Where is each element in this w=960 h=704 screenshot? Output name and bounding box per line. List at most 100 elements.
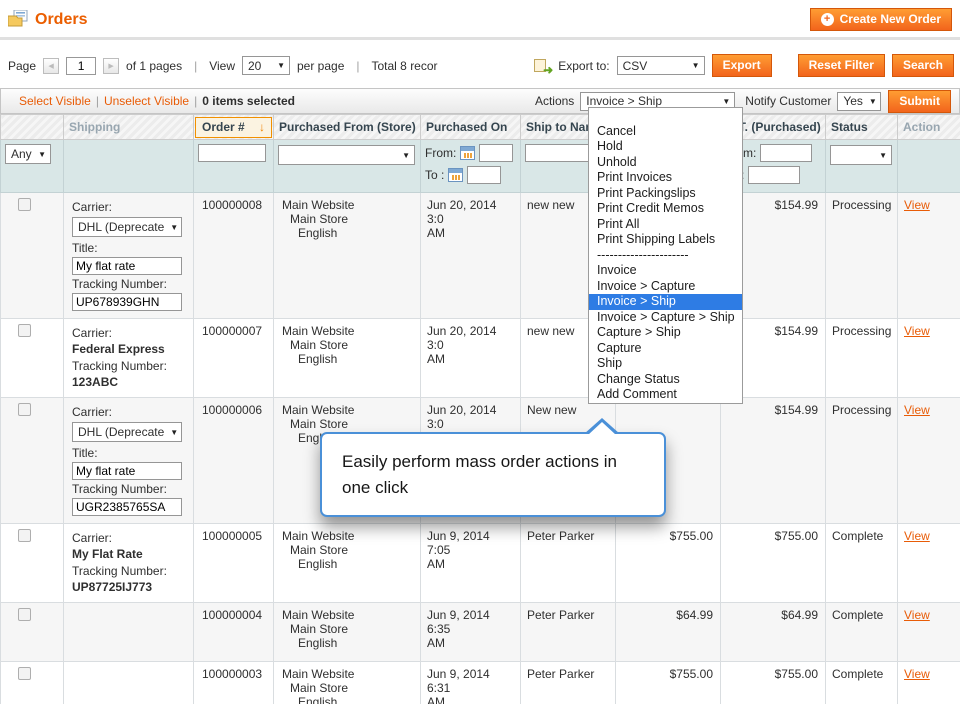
menu-item-print-credit-memos[interactable]: Print Credit Memos	[589, 201, 742, 217]
shipping-title-input[interactable]	[72, 462, 182, 480]
create-new-order-button[interactable]: + Create New Order	[810, 8, 952, 31]
items-selected-count: 0 items selected	[202, 94, 295, 108]
search-button[interactable]: Search	[892, 54, 954, 77]
calendar-icon[interactable]	[448, 168, 463, 182]
purchased-on-cell: Jun 9, 2014 6:31AM	[421, 662, 521, 704]
reset-filter-button[interactable]: Reset Filter	[798, 54, 885, 77]
status-filter-select[interactable]: ▼	[830, 145, 892, 165]
next-page-button[interactable]: ▶	[103, 58, 119, 74]
chevron-down-icon: ▼	[869, 97, 877, 106]
menu-item-cancel[interactable]: Cancel	[589, 124, 742, 140]
table-row: Carrier: DHL (Deprecate ▼ Title: Trackin…	[1, 193, 960, 319]
chevron-down-icon: ▼	[38, 150, 46, 159]
carrier-select[interactable]: DHL (Deprecate ▼	[72, 422, 182, 442]
row-checkbox[interactable]	[18, 403, 31, 416]
view-order-link[interactable]: View	[904, 608, 930, 622]
menu-item-add-comment[interactable]: Add Comment	[589, 387, 742, 403]
filter-shipping	[64, 140, 194, 193]
status-cell: Processing	[826, 398, 898, 524]
menu-item-print-shipping-labels[interactable]: Print Shipping Labels	[589, 232, 742, 248]
column-header-action: Action	[898, 115, 960, 140]
shipping-cell	[64, 662, 194, 704]
menu-item-print-all[interactable]: Print All	[589, 217, 742, 233]
view-order-link[interactable]: View	[904, 198, 930, 212]
export-format-select[interactable]: CSV ▼	[617, 56, 705, 75]
page-number-input[interactable]	[66, 57, 96, 75]
chevron-down-icon: ▼	[170, 428, 178, 437]
view-order-link[interactable]: View	[904, 529, 930, 543]
carrier-select[interactable]: DHL (Deprecate ▼	[72, 217, 182, 237]
menu-item-unhold[interactable]: Unhold	[589, 155, 742, 171]
chevron-down-icon: ▼	[170, 223, 178, 232]
column-header-purchased-on[interactable]: Purchased On	[421, 115, 521, 140]
store-cell: Main Website Main Store English	[274, 603, 421, 662]
gt-base-cell: $755.00	[616, 662, 721, 704]
unselect-visible-link[interactable]: Unselect Visible	[104, 94, 189, 108]
pages-total-label: of 1 pages	[126, 59, 182, 73]
table-row: Carrier: My Flat Rate Tracking Number: U…	[1, 524, 960, 603]
calendar-icon[interactable]	[460, 146, 475, 160]
column-header-shipping: Shipping	[64, 115, 194, 140]
column-header-status[interactable]: Status	[826, 115, 898, 140]
row-checkbox[interactable]	[18, 324, 31, 337]
order-number: 100000007	[194, 319, 274, 398]
menu-item-blank[interactable]	[589, 108, 742, 124]
shipping-cell: Carrier: My Flat Rate Tracking Number: U…	[64, 524, 194, 603]
chevron-down-icon: ▼	[879, 151, 887, 160]
ship-to-cell: Peter Parker	[521, 603, 616, 662]
menu-item-print-packingslips[interactable]: Print Packingslips	[589, 186, 742, 202]
amount-from-input[interactable]	[760, 144, 812, 162]
export-button[interactable]: Export	[712, 54, 772, 77]
grid-header-row: Shipping Order # ↓ Purchased From (Store…	[1, 115, 960, 140]
view-order-link[interactable]: View	[904, 324, 930, 338]
row-checkbox[interactable]	[18, 529, 31, 542]
column-header-purchased-from[interactable]: Purchased From (Store)	[274, 115, 421, 140]
purchased-on-cell: Jun 20, 2014 3:0AM	[421, 193, 521, 319]
date-to-label: To :	[425, 168, 444, 182]
row-checkbox[interactable]	[18, 667, 31, 680]
status-cell: Complete	[826, 603, 898, 662]
shipping-title-input[interactable]	[72, 257, 182, 275]
menu-item-invoice-ship[interactable]: Invoice > Ship	[589, 294, 742, 310]
menu-item-invoice-capture[interactable]: Invoice > Capture	[589, 279, 742, 295]
menu-item-hold[interactable]: Hold	[589, 139, 742, 155]
header-checkbox-column	[1, 115, 64, 140]
purchased-on-cell: Jun 9, 2014 6:35AM	[421, 603, 521, 662]
order-number: 100000003	[194, 662, 274, 704]
table-row: 100000003 Main Website Main Store Englis…	[1, 662, 960, 704]
chevron-down-icon: ▼	[277, 61, 285, 70]
actions-label: Actions	[535, 94, 574, 108]
purchased-from-filter-select[interactable]: ▼	[278, 145, 415, 165]
menu-item-invoice[interactable]: Invoice	[589, 263, 742, 279]
tracking-number-input[interactable]	[72, 498, 182, 516]
export-icon: ➜	[534, 59, 551, 73]
date-to-input[interactable]	[467, 166, 501, 184]
view-order-link[interactable]: View	[904, 403, 930, 417]
gt-purchased-cell: $755.00	[721, 524, 826, 603]
menu-item-capture[interactable]: Capture	[589, 341, 742, 357]
chevron-down-icon: ▼	[402, 151, 410, 160]
tracking-number-input[interactable]	[72, 293, 182, 311]
status-cell: Complete	[826, 524, 898, 603]
notify-customer-select[interactable]: Yes ▼	[837, 92, 881, 111]
menu-item-change-status[interactable]: Change Status	[589, 372, 742, 388]
per-page-select[interactable]: 20 ▼	[242, 56, 290, 75]
menu-item-print-invoices[interactable]: Print Invoices	[589, 170, 742, 186]
menu-item-capture-ship[interactable]: Capture > Ship	[589, 325, 742, 341]
order-number-filter-input[interactable]	[198, 144, 266, 162]
previous-page-button[interactable]: ◀	[43, 58, 59, 74]
submit-button[interactable]: Submit	[888, 90, 951, 113]
select-visible-link[interactable]: Select Visible	[19, 94, 91, 108]
menu-item-invoice-capture-ship[interactable]: Invoice > Capture > Ship	[589, 310, 742, 326]
amount-to-input[interactable]	[748, 166, 800, 184]
menu-item-ship[interactable]: Ship	[589, 356, 742, 372]
view-order-link[interactable]: View	[904, 667, 930, 681]
date-from-input[interactable]	[479, 144, 513, 162]
row-checkbox[interactable]	[18, 608, 31, 621]
column-header-order-number[interactable]: Order # ↓	[194, 115, 274, 140]
plus-icon: +	[821, 13, 834, 26]
row-checkbox[interactable]	[18, 198, 31, 211]
mass-select-filter[interactable]: Any ▼	[5, 144, 51, 164]
grid-toolbar: Page ◀ ▶ of 1 pages | View 20 ▼ per page…	[0, 40, 960, 88]
order-number: 100000008	[194, 193, 274, 319]
